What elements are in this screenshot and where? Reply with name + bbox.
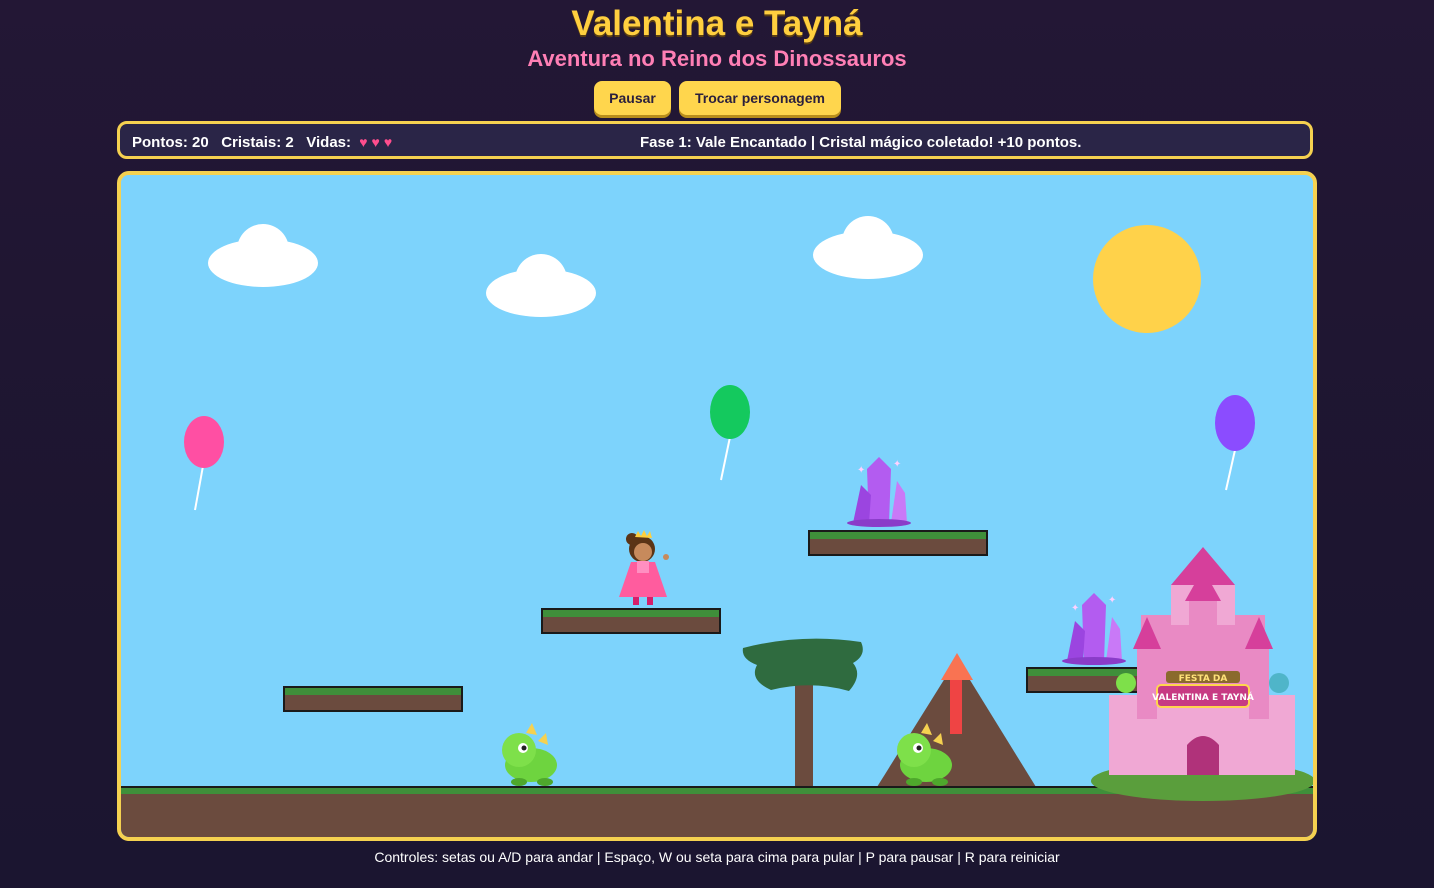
crystals-label: Cristais: xyxy=(221,134,282,151)
lives-label: Vidas: xyxy=(306,134,352,151)
svg-text:✦: ✦ xyxy=(1071,603,1079,614)
controls-help: Controles: setas ou A/D para andar | Esp… xyxy=(374,849,1060,865)
platform xyxy=(283,686,463,712)
platform xyxy=(808,530,988,556)
game-title: Valentina e Tayná xyxy=(571,4,863,43)
castle-banner-line2: VALENTINA E TAYNÁ xyxy=(1152,691,1254,703)
points-label: Pontos: xyxy=(132,134,188,151)
svg-text:✦: ✦ xyxy=(857,465,865,476)
svg-text:✦: ✦ xyxy=(893,459,901,470)
life-heart-icon: ♥ xyxy=(359,134,368,150)
game-canvas[interactable]: ✦ ✦ ✦ ✦ FESTA DA VALENTINA E TAYNÁ xyxy=(117,171,1317,841)
hud-stats: Pontos: 20 Cristais: 2 Vidas: ♥ ♥ ♥ xyxy=(132,134,392,151)
status-message: Fase 1: Vale Encantado | Cristal mágico … xyxy=(640,134,1082,151)
switch-character-button[interactable]: Trocar personagem xyxy=(679,81,841,115)
platform xyxy=(541,608,721,634)
points-value: 20 xyxy=(192,134,209,151)
svg-text:✦: ✦ xyxy=(1108,595,1116,606)
life-heart-icon: ♥ xyxy=(371,134,380,150)
pause-button[interactable]: Pausar xyxy=(594,81,671,115)
game-scene: ✦ ✦ ✦ ✦ FESTA DA VALENTINA E TAYNÁ xyxy=(121,175,1313,837)
lives-hearts: ♥ ♥ ♥ xyxy=(355,134,392,151)
life-heart-icon: ♥ xyxy=(383,134,393,150)
hud-bar: Pontos: 20 Cristais: 2 Vidas: ♥ ♥ ♥ Fase 1… xyxy=(117,121,1313,159)
game-subtitle: Aventura no Reino dos Dinossauros xyxy=(527,46,907,71)
sun xyxy=(1093,225,1201,333)
castle-banner-line1: FESTA DA xyxy=(1179,674,1228,684)
crystals-value: 2 xyxy=(285,134,294,151)
